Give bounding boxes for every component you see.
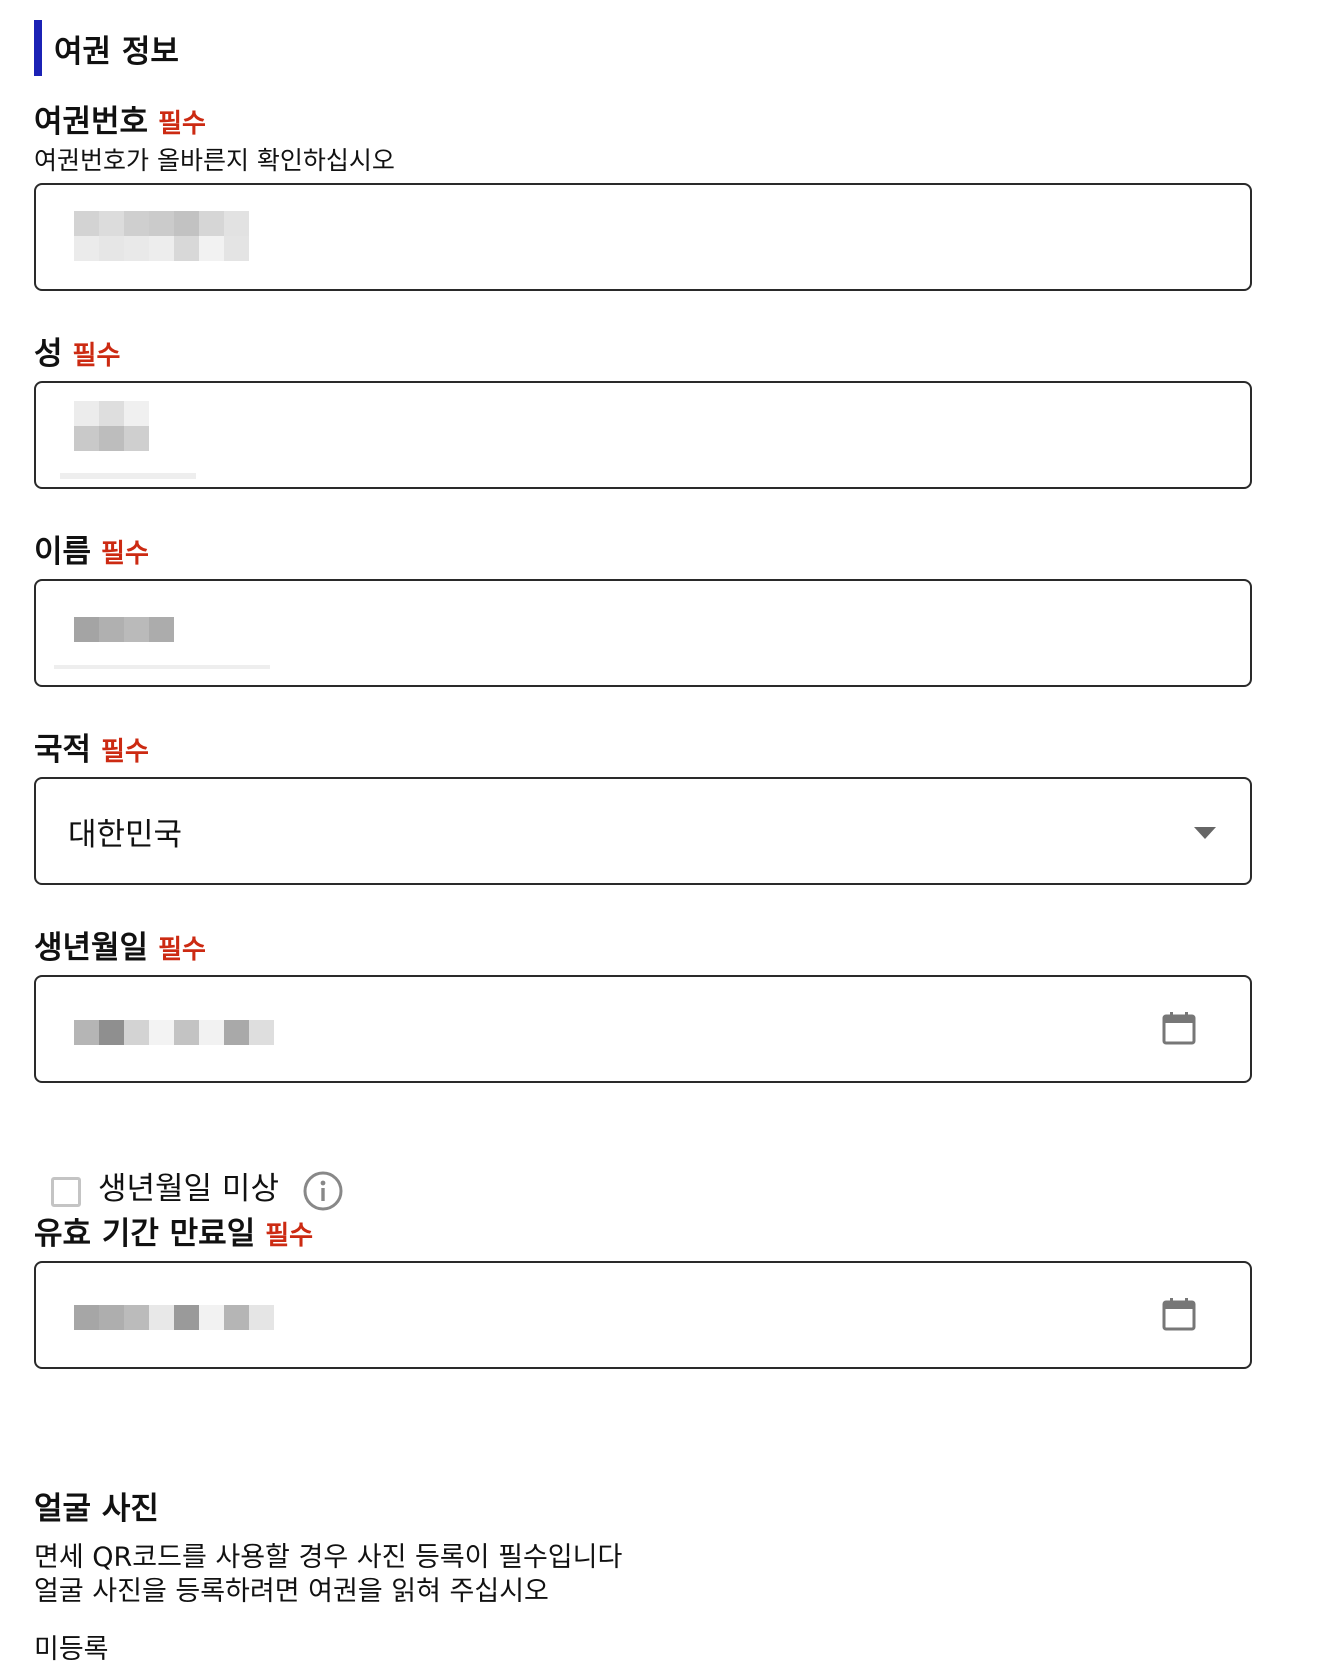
passport-number-label-text: 여권번호 (34, 104, 149, 140)
masked-given-name (74, 617, 174, 642)
nationality-selected-value: 대한민국 (68, 816, 183, 853)
expiry-date-input[interactable] (34, 1261, 1252, 1369)
expiry-date-label-text: 유효 기간 만료일 (34, 1216, 256, 1252)
masked-birth-date (74, 1020, 274, 1045)
required-badge: 필수 (158, 935, 206, 965)
required-badge: 필수 (158, 109, 206, 139)
surname-input[interactable] (34, 381, 1252, 489)
birth-date-label: 생년월일 필수 (34, 922, 206, 967)
calendar-icon[interactable] (1162, 1011, 1196, 1045)
passport-number-label: 여권번호 필수 (34, 96, 206, 141)
given-name-label: 이름 필수 (34, 526, 149, 571)
input-underline (54, 665, 270, 669)
face-photo-title: 얼굴 사진 (34, 1491, 159, 1527)
passport-number-input[interactable] (34, 183, 1252, 291)
birth-date-input[interactable] (34, 975, 1252, 1083)
calendar-icon[interactable] (1162, 1297, 1196, 1331)
given-name-label-text: 이름 (34, 534, 92, 570)
masked-expiry-date (74, 1305, 274, 1330)
surname-label: 성 필수 (34, 328, 120, 373)
face-photo-description-line1: 면세 QR코드를 사용할 경우 사진 등록이 필수입니다 (34, 1542, 623, 1573)
required-badge: 필수 (72, 341, 121, 371)
input-underline (60, 473, 196, 479)
section-title-text: 여권 정보 (54, 33, 179, 70)
face-photo-description: 면세 QR코드를 사용할 경우 사진 등록이 필수입니다 얼굴 사진을 등록하려… (34, 1541, 622, 1609)
required-badge: 필수 (265, 1221, 314, 1251)
passport-number-hint: 여권번호가 올바른지 확인하십시오 (34, 146, 395, 175)
nationality-label-text: 국적 (34, 732, 92, 768)
required-badge: 필수 (101, 539, 149, 569)
nationality-select[interactable]: 대한민국 (34, 777, 1252, 885)
expiry-date-label: 유효 기간 만료일 필수 (34, 1208, 313, 1253)
section-title: 여권 정보 (34, 20, 179, 76)
surname-label-text: 성 (34, 336, 63, 372)
birth-date-label-text: 생년월일 (34, 930, 149, 966)
nationality-label: 국적 필수 (34, 724, 149, 769)
birth-date-unknown-checkbox[interactable] (51, 1177, 81, 1207)
face-photo-description-line2: 얼굴 사진을 등록하려면 여권을 읽혀 주십시오 (34, 1576, 549, 1607)
face-photo-status: 미등록 (34, 1634, 109, 1665)
given-name-input[interactable] (34, 579, 1252, 687)
required-badge: 필수 (101, 737, 149, 767)
info-icon[interactable] (302, 1170, 344, 1212)
birth-date-unknown-label[interactable]: 생년월일 미상 (98, 1163, 279, 1208)
masked-surname (74, 401, 149, 451)
masked-passport-number (74, 211, 249, 261)
chevron-down-icon[interactable] (1194, 827, 1216, 839)
